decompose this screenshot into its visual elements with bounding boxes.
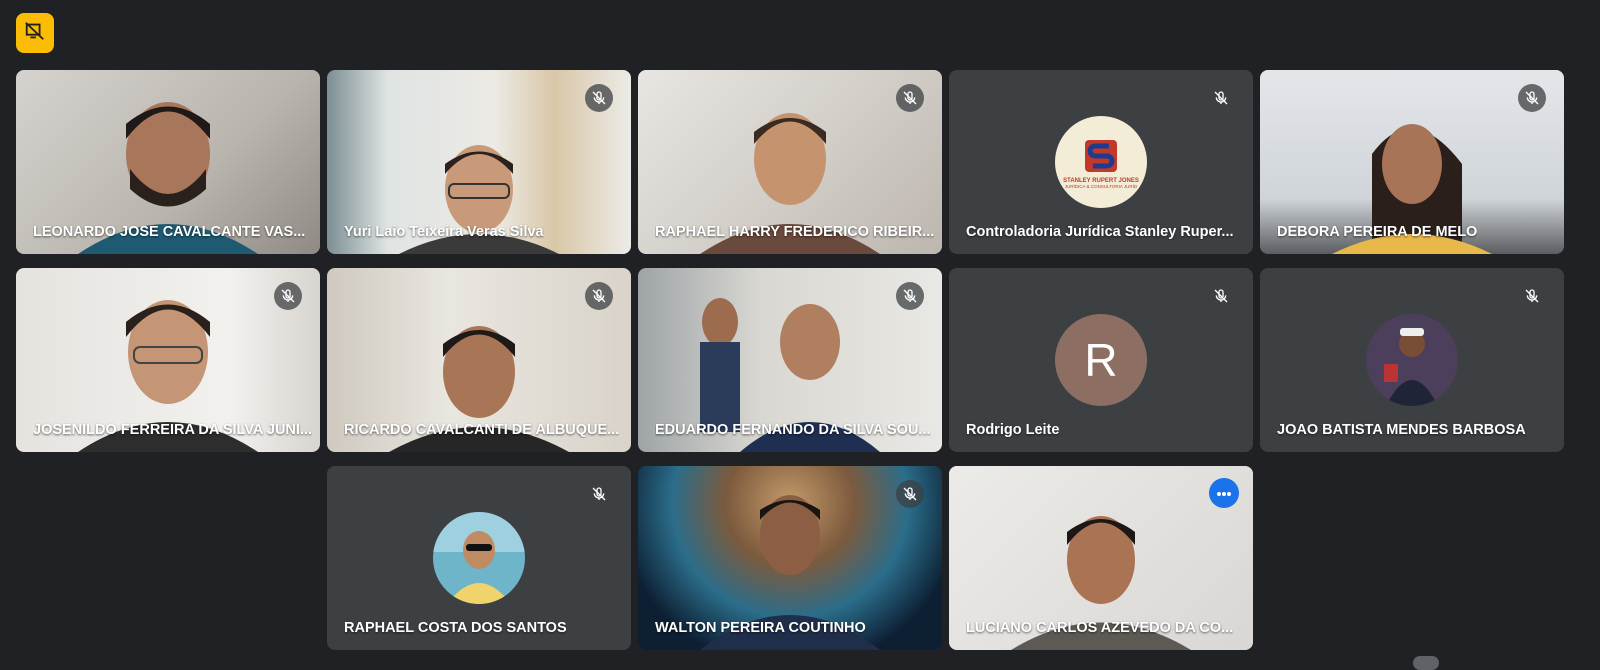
mic-off-icon <box>274 282 302 310</box>
participant-name: RICARDO CAVALCANTI DE ALBUQUE... <box>344 422 620 438</box>
participant-name: JOSENILDO FERREIRA DA SILVA JUNI... <box>33 422 313 438</box>
participant-name: Controladoria Jurídica Stanley Ruper... <box>966 224 1234 240</box>
logo-subtext: JURÍDICA & CONSULTORIA JURÍD <box>1064 183 1138 189</box>
participant-name: JOAO BATISTA MENDES BARBOSA <box>1277 422 1526 438</box>
mic-off-icon <box>896 480 924 508</box>
avatar-photo <box>433 512 525 604</box>
participant-name: EDUARDO FERNANDO DA SILVA SOU... <box>655 422 931 438</box>
participant-name: LUCIANO CARLOS AZEVEDO DA CO... <box>966 620 1234 636</box>
participant-tile-2[interactable]: Yuri Laio Teixeira Veras Silva <box>327 70 631 254</box>
mic-off-icon <box>1207 84 1235 112</box>
participant-tile-7[interactable]: RICARDO CAVALCANTI DE ALBUQUE... <box>327 268 631 452</box>
participant-tile-8[interactable]: EDUARDO FERNANDO DA SILVA SOU... <box>638 268 942 452</box>
participant-tile-9[interactable]: R Rodrigo Leite <box>949 268 1253 452</box>
participant-name: LEONARDO JOSE CAVALCANTE VAS... <box>33 224 306 240</box>
company-logo-avatar: STANLEY RUPERT JONES JURÍDICA & CONSULTO… <box>1055 116 1147 208</box>
mic-off-icon <box>896 282 924 310</box>
participant-name: Rodrigo Leite <box>966 422 1060 438</box>
mic-off-icon <box>1518 84 1546 112</box>
participant-name: DEBORA PEREIRA DE MELO <box>1277 224 1478 240</box>
participant-name: RAPHAEL HARRY FREDERICO RIBEIR... <box>655 224 935 240</box>
participant-tile-4[interactable]: STANLEY RUPERT JONES JURÍDICA & CONSULTO… <box>949 70 1253 254</box>
participant-name: Yuri Laio Teixeira Veras Silva <box>344 224 544 240</box>
avatar-photo <box>1366 314 1458 406</box>
participant-tile-12[interactable]: WALTON PEREIRA COUTINHO <box>638 466 942 650</box>
mic-off-icon <box>585 282 613 310</box>
participant-name: WALTON PEREIRA COUTINHO <box>655 620 866 636</box>
participant-tile-10[interactable]: JOAO BATISTA MENDES BARBOSA <box>1260 268 1564 452</box>
mic-off-icon <box>585 480 613 508</box>
visibility-off-icon <box>24 20 46 47</box>
scroll-indicator[interactable] <box>1413 656 1439 670</box>
participant-tile-11[interactable]: RAPHAEL COSTA DOS SANTOS <box>327 466 631 650</box>
participant-tile-6[interactable]: JOSENILDO FERREIRA DA SILVA JUNI... <box>16 268 320 452</box>
participant-tile-13[interactable]: LUCIANO CARLOS AZEVEDO DA CO... <box>949 466 1253 650</box>
mic-off-icon <box>585 84 613 112</box>
participant-tile-3[interactable]: RAPHAEL HARRY FREDERICO RIBEIR... <box>638 70 942 254</box>
camera-toggle-button[interactable] <box>16 13 54 53</box>
mic-off-icon <box>1207 282 1235 310</box>
mic-off-icon <box>1518 282 1546 310</box>
more-options-button[interactable] <box>1209 478 1239 508</box>
mic-off-icon <box>896 84 924 112</box>
participant-tile-5[interactable]: DEBORA PEREIRA DE MELO <box>1260 70 1564 254</box>
avatar-letter: R <box>1055 314 1147 406</box>
more-horizontal-icon <box>1216 484 1232 502</box>
participant-tile-1[interactable]: LEONARDO JOSE CAVALCANTE VAS... <box>16 70 320 254</box>
participant-name: RAPHAEL COSTA DOS SANTOS <box>344 620 567 636</box>
